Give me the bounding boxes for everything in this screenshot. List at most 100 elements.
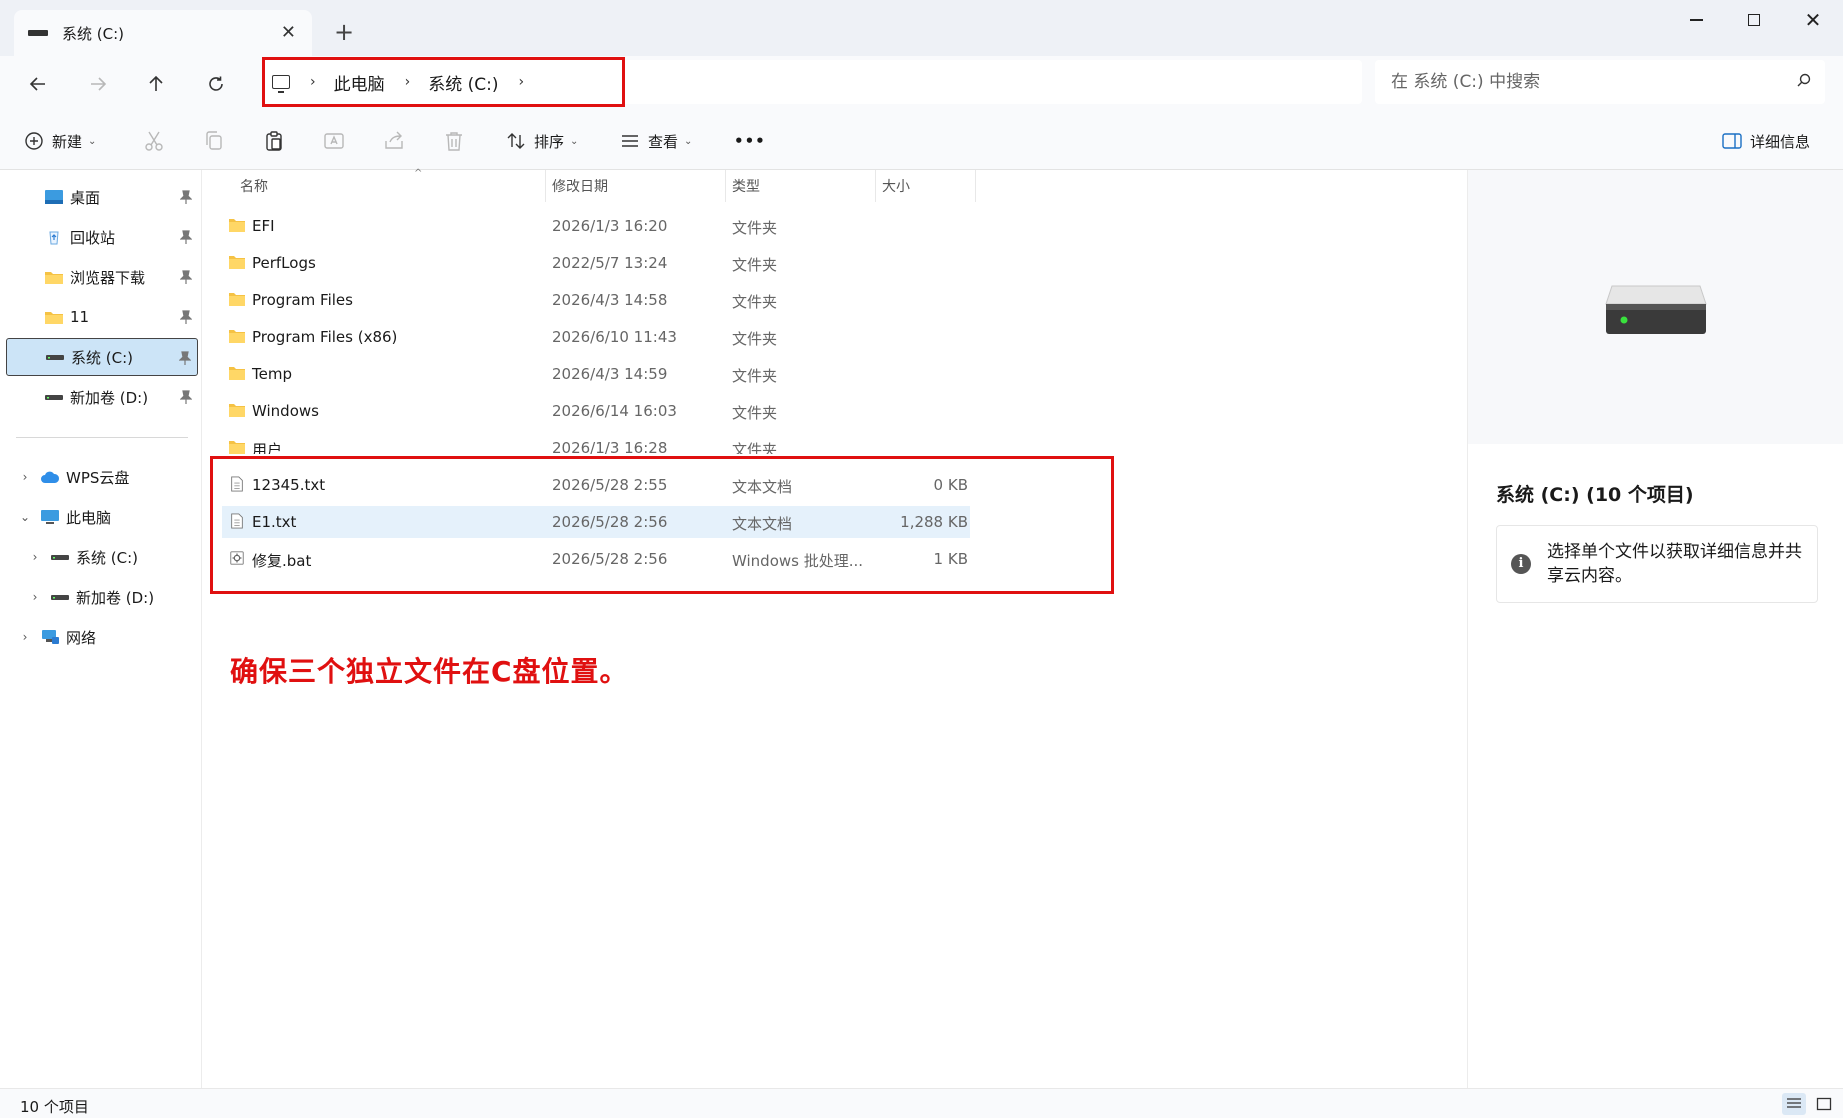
file-name: Temp [252, 365, 292, 383]
details-view-icon [1787, 1098, 1801, 1108]
column-header-label: 类型 [732, 179, 760, 195]
sort-icon [507, 133, 525, 149]
file-list: 名称 ^ 修改日期 类型 大小 EFI 2026/1/3 16:20 文件夹 P… [202, 168, 1467, 1088]
sidebar-item-this-pc[interactable]: ⌄ 此电脑 [6, 498, 198, 536]
minimize-icon [1689, 19, 1703, 21]
chevron-right-icon[interactable]: › [28, 550, 42, 564]
file-type: 文件夹 [732, 367, 778, 385]
folder-icon [229, 293, 245, 306]
share-icon[interactable] [382, 129, 406, 153]
chevron-right-icon[interactable]: › [28, 590, 42, 604]
close-window-button[interactable]: ✕ [1793, 6, 1833, 34]
sidebar-item-label: 新加卷 (D:) [70, 388, 149, 407]
pin-icon[interactable] [180, 390, 192, 404]
pin-icon[interactable] [180, 230, 192, 244]
sidebar-item-tree-system-c[interactable]: › 系统 (C:) [6, 538, 198, 576]
folder-icon [229, 219, 245, 232]
chevron-right-icon[interactable]: › [18, 470, 32, 484]
new-button[interactable]: 新建 ⌄ [24, 126, 96, 156]
file-row-program-files-x86[interactable]: Program Files (x86) 2026/6/10 11:43 文件夹 [222, 321, 1170, 353]
sidebar-item-new-volume-d[interactable]: 新加卷 (D:) [6, 378, 198, 416]
file-row-windows[interactable]: Windows 2026/6/14 16:03 文件夹 [222, 395, 1170, 427]
file-row-users[interactable]: 用户 2026/1/3 16:28 文件夹 [222, 432, 1170, 454]
network-icon [42, 630, 59, 644]
details-pane-button[interactable]: 详细信息 [1722, 126, 1810, 156]
pin-icon[interactable] [180, 310, 192, 324]
file-row-efi[interactable]: EFI 2026/1/3 16:20 文件夹 [222, 210, 1170, 242]
sidebar-item-browser-downloads[interactable]: 浏览器下载 [6, 258, 198, 296]
arrow-left-icon [29, 77, 45, 91]
cut-icon[interactable] [142, 129, 166, 153]
more-options-button[interactable]: ••• [734, 126, 766, 156]
file-name: 用户 [252, 441, 283, 454]
column-header-type[interactable]: 类型 [726, 170, 876, 202]
copy-icon[interactable] [202, 129, 226, 153]
chevron-down-icon[interactable]: ⌄ [18, 510, 32, 524]
column-header-name[interactable]: 名称 ^ [234, 168, 546, 202]
search-icon[interactable] [1797, 73, 1811, 87]
forward-button[interactable] [82, 68, 114, 100]
details-view-button[interactable] [1782, 1093, 1806, 1115]
sidebar-item-label: 新加卷 (D:) [76, 588, 155, 607]
tab-close-icon[interactable]: ✕ [281, 22, 296, 43]
tab-system-c[interactable]: 系统 (C:) ✕ [14, 10, 312, 56]
close-icon: ✕ [1804, 8, 1822, 32]
sidebar-item-recycle-bin[interactable]: 回收站 [6, 218, 198, 256]
sidebar-item-wps-cloud[interactable]: › WPS云盘 [6, 458, 198, 496]
delete-icon[interactable] [442, 129, 466, 153]
folder-icon [45, 312, 63, 324]
view-button[interactable]: 查看 ⌄ [620, 126, 692, 156]
hard-drive-icon [1605, 285, 1707, 334]
file-date: 2026/1/3 16:28 [552, 439, 668, 454]
sidebar-item-label: 系统 (C:) [71, 348, 133, 367]
tiles-view-icon [1816, 1097, 1832, 1111]
new-tab-button[interactable]: + [334, 18, 354, 46]
command-bar: 新建 ⌄ 排序 ⌄ 查看 ⌄ ••• 详细信息 [0, 112, 1843, 170]
file-type: 文件夹 [732, 441, 778, 454]
sidebar-item-label: WPS云盘 [66, 468, 130, 487]
folder-icon [229, 404, 245, 417]
file-row-perflogs[interactable]: PerfLogs 2022/5/7 13:24 文件夹 [222, 247, 1170, 279]
file-name: Windows [252, 402, 319, 420]
desktop-icon [45, 190, 63, 204]
pin-icon[interactable] [180, 270, 192, 284]
chevron-right-icon[interactable]: › [18, 630, 32, 644]
file-row-temp[interactable]: Temp 2026/4/3 14:59 文件夹 [222, 358, 1170, 390]
minimize-button[interactable] [1676, 6, 1716, 34]
rename-icon[interactable] [322, 129, 346, 153]
drive-icon [51, 595, 69, 600]
sidebar-item-tree-new-volume-d[interactable]: › 新加卷 (D:) [6, 578, 198, 616]
pin-icon[interactable] [179, 351, 191, 365]
sidebar-item-system-c[interactable]: 系统 (C:) [6, 338, 198, 376]
files-highlight-box [210, 456, 1114, 594]
maximize-button[interactable] [1734, 6, 1774, 34]
search-input[interactable] [1391, 72, 1771, 92]
sidebar-item-folder-11[interactable]: 11 [6, 298, 198, 336]
folder-icon [229, 367, 245, 380]
refresh-button[interactable] [200, 68, 232, 100]
file-type: 文件夹 [732, 293, 778, 311]
file-date: 2026/1/3 16:20 [552, 217, 668, 235]
chevron-down-icon: ⌄ [88, 135, 97, 147]
view-label: 查看 [648, 132, 679, 151]
column-header-date[interactable]: 修改日期 [546, 170, 726, 202]
up-button[interactable] [140, 68, 172, 100]
search-box[interactable] [1375, 60, 1825, 104]
pin-icon[interactable] [180, 190, 192, 204]
sidebar-item-desktop[interactable]: 桌面 [6, 178, 198, 216]
sort-button[interactable]: 排序 ⌄ [506, 126, 578, 156]
refresh-icon [209, 76, 223, 91]
paste-icon[interactable] [262, 129, 286, 153]
navigation-pane: 桌面 回收站 浏览器下载 11 系统 (C:) 新加卷 (D:) › WPS云盘… [0, 170, 202, 1088]
column-header-size[interactable]: 大小 [876, 170, 976, 202]
sidebar-item-label: 系统 (C:) [76, 548, 138, 567]
sidebar-item-network[interactable]: › 网络 [6, 618, 198, 656]
sidebar-divider [16, 437, 188, 438]
file-name: EFI [252, 217, 275, 235]
file-row-program-files[interactable]: Program Files 2026/4/3 14:58 文件夹 [222, 284, 1170, 316]
tiles-view-button[interactable] [1812, 1093, 1836, 1115]
sidebar-item-label: 桌面 [70, 188, 101, 207]
sidebar-item-label: 11 [70, 308, 90, 326]
file-name: Program Files (x86) [252, 328, 398, 346]
back-button[interactable] [22, 68, 54, 100]
